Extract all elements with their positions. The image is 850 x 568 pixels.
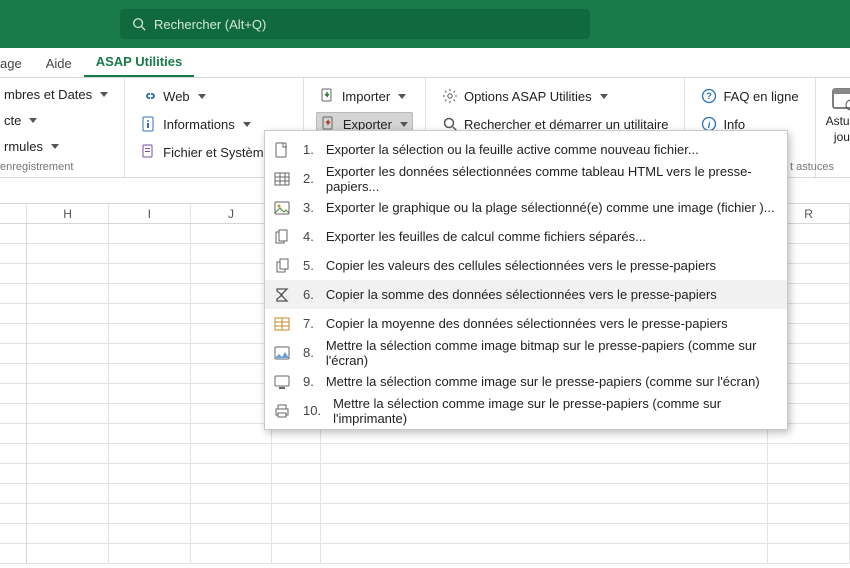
- btn-formules[interactable]: rmules: [0, 135, 112, 157]
- num: 8.: [303, 345, 314, 360]
- label: mbres et Dates: [4, 87, 92, 102]
- group-caption: enregistrement: [0, 161, 112, 173]
- label: cte: [4, 113, 21, 128]
- menu-item-6[interactable]: 6. Copier la somme des données sélection…: [265, 280, 787, 309]
- num: 3.: [303, 200, 314, 215]
- sigma-icon: [273, 286, 291, 304]
- chevron-down-icon: [398, 94, 406, 99]
- num: 5.: [303, 258, 314, 273]
- col-H[interactable]: H: [27, 204, 109, 224]
- average-icon: [273, 315, 291, 333]
- chevron-down-icon: [243, 122, 251, 127]
- num: 6.: [303, 287, 314, 302]
- link-icon: [141, 88, 157, 104]
- chevron-down-icon: [51, 144, 59, 149]
- btn-web[interactable]: Web: [137, 84, 291, 108]
- printer-image-icon: [273, 402, 291, 420]
- label: Exporter le graphique ou la plage sélect…: [326, 200, 775, 215]
- num: 4.: [303, 229, 314, 244]
- menu-item-9[interactable]: 9. Mettre la sélection comme image sur l…: [265, 367, 787, 396]
- label: Options ASAP Utilities: [464, 89, 592, 104]
- menu-item-5[interactable]: 5. Copier les valeurs des cellules sélec…: [265, 251, 787, 280]
- menu-item-7[interactable]: 7. Copier la moyenne des données sélecti…: [265, 309, 787, 338]
- menu-item-10[interactable]: 10. Mettre la sélection comme image sur …: [265, 396, 787, 425]
- btn-nombres-dates[interactable]: mbres et Dates: [0, 84, 112, 106]
- chevron-down-icon: [198, 94, 206, 99]
- import-icon: [320, 88, 336, 104]
- menu-item-2[interactable]: 2. Exporter les données sélectionnées co…: [265, 164, 787, 193]
- screen-image-icon: [273, 373, 291, 391]
- btn-importer[interactable]: Importer: [316, 84, 413, 108]
- label: Exporter les données sélectionnées comme…: [326, 164, 775, 194]
- label: Importer: [342, 89, 390, 104]
- btn-faq[interactable]: ? FAQ en ligne: [697, 84, 802, 108]
- menu-item-3[interactable]: 3. Exporter le graphique ou la plage sél…: [265, 193, 787, 222]
- menu-item-8[interactable]: 8. Mettre la sélection comme image bitma…: [265, 338, 787, 367]
- svg-text:i: i: [708, 120, 711, 130]
- gear-icon: [442, 88, 458, 104]
- search-box[interactable]: Rechercher (Alt+Q): [120, 9, 590, 39]
- bitmap-icon: [273, 344, 291, 362]
- label: Fichier et Système: [163, 145, 271, 160]
- info-page-icon: [141, 116, 157, 132]
- label: Mettre la sélection comme image sur le p…: [326, 374, 760, 389]
- label: rmules: [4, 139, 43, 154]
- search-icon: [132, 17, 146, 31]
- num: 10.: [303, 403, 321, 418]
- svg-text:?: ?: [707, 91, 713, 101]
- menu-item-1[interactable]: 1. Exporter la sélection ou la feuille a…: [265, 135, 787, 164]
- btn-texte[interactable]: cte: [0, 110, 112, 132]
- label: FAQ en ligne: [723, 89, 798, 104]
- file-system-icon: [141, 144, 157, 160]
- exporter-menu: 1. Exporter la sélection ou la feuille a…: [264, 130, 788, 430]
- corner[interactable]: [0, 204, 27, 224]
- ribbon-tabs: age Aide ASAP Utilities: [0, 48, 850, 78]
- tab-aide[interactable]: Aide: [34, 50, 84, 77]
- label: Mettre la sélection comme image bitmap s…: [326, 338, 775, 368]
- label: Mettre la sélection comme image sur le p…: [333, 396, 775, 426]
- menu-item-4[interactable]: 4. Exporter les feuilles de calcul comme…: [265, 222, 787, 251]
- label: Copier la moyenne des données sélectionn…: [326, 316, 728, 331]
- label: Copier les valeurs des cellules sélectio…: [326, 258, 716, 273]
- page-icon: [273, 141, 291, 159]
- table-icon: [273, 170, 291, 188]
- col-J[interactable]: J: [191, 204, 273, 224]
- image-icon: [273, 199, 291, 217]
- col-I[interactable]: I: [109, 204, 191, 224]
- ribbon-cutoff: t astuces: [790, 78, 850, 177]
- files-icon: [273, 228, 291, 246]
- label: Informations: [163, 117, 235, 132]
- tab-asap-utilities[interactable]: ASAP Utilities: [84, 48, 194, 77]
- label: Copier la somme des données sélectionnée…: [326, 287, 717, 302]
- question-icon: ?: [701, 88, 717, 104]
- label: Exporter la sélection ou la feuille acti…: [326, 142, 699, 157]
- search-placeholder: Rechercher (Alt+Q): [154, 17, 266, 32]
- chevron-down-icon: [400, 122, 408, 127]
- btn-options-asap[interactable]: Options ASAP Utilities: [438, 84, 672, 108]
- chevron-down-icon: [29, 118, 37, 123]
- group-caption: t astuces: [790, 161, 834, 173]
- num: 9.: [303, 374, 314, 389]
- num: 7.: [303, 316, 314, 331]
- label: Exporter les feuilles de calcul comme fi…: [326, 229, 646, 244]
- chevron-down-icon: [100, 92, 108, 97]
- tab-partial[interactable]: age: [0, 50, 34, 77]
- num: 1.: [303, 142, 314, 157]
- chevron-down-icon: [600, 94, 608, 99]
- num: 2.: [303, 171, 314, 186]
- title-bar: Rechercher (Alt+Q): [0, 0, 850, 48]
- copy-icon: [273, 257, 291, 275]
- label: Web: [163, 89, 190, 104]
